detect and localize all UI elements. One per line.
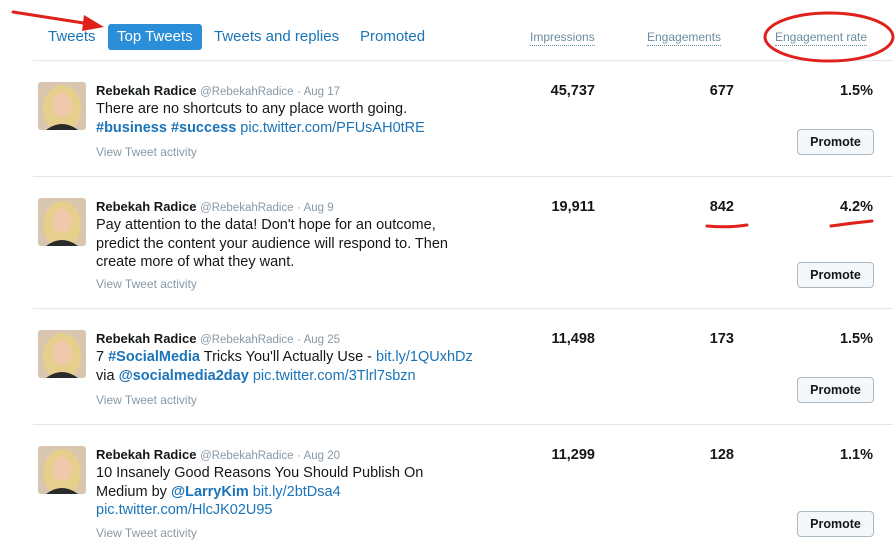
tweet-row: Rebekah Radice @RebekahRadice · Aug 17 T… <box>33 61 893 177</box>
author-name[interactable]: Rebekah Radice <box>96 331 196 346</box>
tweet-date[interactable]: · Aug 17 <box>297 86 340 98</box>
tweet-meta: Rebekah Radice @RebekahRadice · Aug 25 <box>96 331 340 346</box>
tweet-mention[interactable]: @socialmedia2day <box>119 368 249 384</box>
avatar[interactable] <box>38 198 86 246</box>
tweet-date[interactable]: · Aug 25 <box>297 334 340 346</box>
avatar[interactable] <box>38 446 86 494</box>
tweet-link[interactable]: pic.twitter.com/3Tlrl7sbzn <box>253 368 416 384</box>
tweet-link[interactable]: pic.twitter.com/PFUsAH0tRE <box>240 120 425 136</box>
profile-photo-icon <box>38 446 86 494</box>
author-name[interactable]: Rebekah Radice <box>96 83 196 98</box>
tweet-text-line: predict the content your audience will r… <box>96 235 448 252</box>
engagement-rate-value: 1.1% <box>839 447 873 463</box>
avatar[interactable] <box>38 330 86 378</box>
engagements-value: 842 <box>709 199 734 215</box>
view-tweet-activity-link[interactable]: View Tweet activity <box>96 393 197 407</box>
engagement-rate-value: 1.5% <box>839 331 873 347</box>
engagement-rate-value: 1.5% <box>839 83 873 99</box>
tweet-row: Rebekah Radice @RebekahRadice · Aug 20 1… <box>33 425 893 549</box>
impressions-value: 19,911 <box>551 199 595 215</box>
tweet-meta: Rebekah Radice @RebekahRadice · Aug 20 <box>96 447 340 462</box>
tweet-row: Rebekah Radice @RebekahRadice · Aug 9 Pa… <box>33 177 893 309</box>
author-name[interactable]: Rebekah Radice <box>96 199 196 214</box>
impressions-value: 45,737 <box>550 83 595 99</box>
tweet-text-line: Pay attention to the data! Don't hope fo… <box>96 217 436 233</box>
tweet-date[interactable]: · Aug 20 <box>297 450 340 462</box>
tweet-text: Pay attention to the data! Don't hope fo… <box>96 216 516 272</box>
tweet-text-plain: There are no shortcuts to any place wort… <box>96 101 408 117</box>
tweet-text-line: create more of what they want. <box>96 254 295 270</box>
engagement-rate-value: 4.2% <box>839 199 873 215</box>
tweet-link[interactable]: bit.ly/2btDsa4 <box>253 484 341 500</box>
engagements-column-header[interactable]: Engagements <box>647 30 722 46</box>
promote-button[interactable]: Promote <box>797 511 874 537</box>
view-tweet-activity-link[interactable]: View Tweet activity <box>96 277 197 291</box>
author-handle[interactable]: @RebekahRadice <box>200 86 294 98</box>
tweet-meta: Rebekah Radice @RebekahRadice · Aug 9 <box>96 199 334 214</box>
promote-button[interactable]: Promote <box>797 262 874 288</box>
author-handle[interactable]: @RebekahRadice <box>200 334 294 346</box>
engagement-rate-column-header[interactable]: Engagement rate <box>775 30 868 46</box>
tweet-link[interactable]: pic.twitter.com/HlcJK02U95 <box>96 502 272 518</box>
tweet-text-line: 10 Insanely Good Reasons You Should Publ… <box>96 465 424 481</box>
tweet-hashtags[interactable]: #business #success <box>96 120 236 136</box>
tab-tweets-and-replies[interactable]: Tweets and replies <box>205 24 348 50</box>
tab-tweets[interactable]: Tweets <box>39 24 105 50</box>
profile-photo-icon <box>38 82 86 130</box>
tweet-date[interactable]: · Aug 9 <box>297 202 333 214</box>
impressions-value: 11,299 <box>551 447 595 463</box>
impressions-value: 11,498 <box>551 331 595 347</box>
tweet-text-plain: 7 <box>96 349 105 365</box>
tweet-text: 10 Insanely Good Reasons You Should Publ… <box>96 464 516 520</box>
tweet-mention[interactable]: @LarryKim <box>171 484 249 500</box>
tab-promoted[interactable]: Promoted <box>351 24 434 50</box>
view-tweet-activity-link[interactable]: View Tweet activity <box>96 526 197 540</box>
engagements-value: 173 <box>709 331 734 347</box>
tweet-link[interactable]: bit.ly/1QUxhDz <box>376 349 473 365</box>
tweet-text-plain: via <box>96 367 115 384</box>
author-handle[interactable]: @RebekahRadice <box>200 450 294 462</box>
tweet-tabs: Tweets Top Tweets Tweets and replies Pro… <box>0 0 896 62</box>
author-handle[interactable]: @RebekahRadice <box>200 202 294 214</box>
tweet-row: Rebekah Radice @RebekahRadice · Aug 25 7… <box>33 309 893 425</box>
impressions-column-header[interactable]: Impressions <box>530 30 595 46</box>
avatar[interactable] <box>38 82 86 130</box>
tweet-text-plain: Medium by <box>96 483 167 500</box>
tweet-text-plain: Tricks You'll Actually Use - <box>203 349 373 365</box>
tab-top-tweets[interactable]: Top Tweets <box>108 24 202 50</box>
promote-button[interactable]: Promote <box>797 129 874 155</box>
promote-button[interactable]: Promote <box>797 377 874 403</box>
tweet-meta: Rebekah Radice @RebekahRadice · Aug 17 <box>96 83 340 98</box>
tweet-text: There are no shortcuts to any place wort… <box>96 100 516 137</box>
engagements-value: 128 <box>709 447 734 463</box>
view-tweet-activity-link[interactable]: View Tweet activity <box>96 145 197 159</box>
profile-photo-icon <box>38 198 86 246</box>
tweet-hashtag[interactable]: #SocialMedia <box>108 349 200 365</box>
engagements-value: 677 <box>709 83 734 99</box>
tweet-text: 7 #SocialMedia Tricks You'll Actually Us… <box>96 348 516 385</box>
profile-photo-icon <box>38 330 86 378</box>
author-name[interactable]: Rebekah Radice <box>96 447 196 462</box>
